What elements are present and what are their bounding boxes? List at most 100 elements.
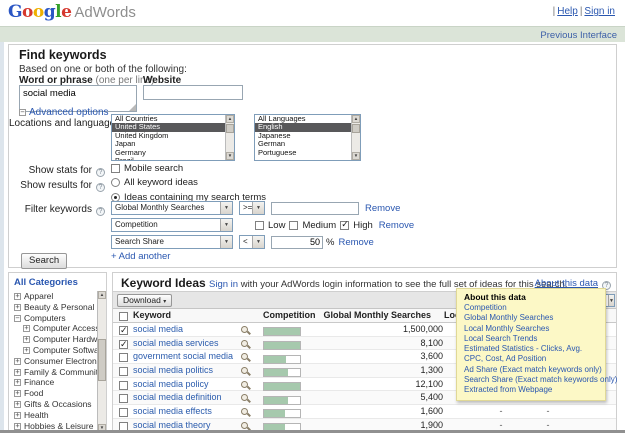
column-header-keyword[interactable]: Keyword [133, 309, 171, 323]
tooltip-link[interactable]: Extracted from Webpage [464, 385, 598, 395]
keyword-link[interactable]: social media definition [133, 392, 222, 402]
dropdown-arrow-icon[interactable] [220, 202, 232, 214]
collapse-icon[interactable]: − [19, 109, 26, 116]
scroll-down-icon[interactable]: ▼ [226, 152, 234, 160]
expand-icon[interactable]: + [14, 411, 21, 419]
tooltip-link[interactable]: Ad Share (Exact match keywords only) [464, 365, 602, 375]
magnifier-icon[interactable] [241, 380, 251, 390]
keyword-link[interactable]: social media policy [133, 379, 209, 389]
tooltip-link[interactable]: Estimated Statistics - Clicks, Avg. CPC,… [464, 344, 598, 365]
tooltip-link[interactable]: Global Monthly Searches [464, 313, 598, 323]
search-button[interactable]: Search [21, 253, 68, 269]
expand-icon[interactable]: + [14, 390, 21, 398]
dropdown-arrow-icon[interactable] [252, 236, 264, 248]
radio-button[interactable] [111, 178, 120, 187]
resize-grip-icon[interactable] [129, 104, 136, 111]
keyword-checkbox[interactable] [119, 367, 128, 377]
help-icon[interactable] [96, 168, 105, 177]
dropdown-arrow-icon[interactable] [220, 219, 232, 231]
expand-icon[interactable]: + [14, 379, 21, 387]
sign-in-link[interactable]: Sign in [209, 279, 238, 290]
category-item[interactable]: − Computers [9, 313, 97, 324]
category-item[interactable]: +Computer Hardware [9, 334, 97, 345]
dropdown-arrow-icon[interactable] [608, 295, 614, 306]
remove-filter-link[interactable]: Remove [338, 237, 373, 248]
keyword-link[interactable]: social media services [133, 338, 219, 348]
remove-filter-link[interactable]: Remove [365, 203, 400, 214]
category-item[interactable]: + Finance [9, 377, 97, 388]
magnifier-icon[interactable] [241, 339, 251, 349]
tooltip-link[interactable]: Competition [464, 303, 598, 313]
filter-operator-select[interactable]: >= [239, 201, 265, 215]
expand-icon[interactable]: + [14, 293, 21, 300]
category-item[interactable]: +Beauty & Personal Care [9, 302, 97, 313]
nav-link-sign-in[interactable]: Sign in [584, 6, 615, 17]
dropdown-arrow-icon[interactable] [220, 236, 232, 248]
website-input[interactable] [143, 85, 243, 100]
filter-operator-select[interactable]: < [239, 235, 265, 249]
remove-filter-link[interactable]: Remove [379, 220, 414, 231]
expand-icon[interactable]: + [14, 357, 21, 365]
magnifier-icon[interactable] [241, 393, 251, 403]
languages-listbox[interactable]: All Languages English Japanese German Portug… [254, 114, 361, 161]
countries-listbox[interactable]: All Countries United States United Kingdom… [111, 114, 235, 161]
expand-icon[interactable]: + [14, 368, 21, 376]
filter-field-select[interactable]: Competition [111, 218, 233, 232]
expand-icon[interactable]: + [14, 422, 21, 430]
scroll-up-icon[interactable]: ▲ [226, 115, 234, 123]
expand-icon[interactable]: + [14, 400, 21, 408]
magnifier-icon[interactable] [241, 352, 251, 362]
mobile-search-option[interactable]: Mobile search [111, 163, 183, 174]
filter-field-select[interactable]: Search Share [111, 235, 233, 249]
category-item[interactable]: +Consumer Electronics [9, 356, 97, 367]
category-item[interactable]: + Food [9, 388, 97, 399]
listbox-scrollbar[interactable]: ▲ ▼ [225, 115, 234, 160]
keyword-link[interactable]: government social media [133, 351, 233, 361]
keyword-checkbox[interactable] [119, 408, 128, 418]
tooltip-link[interactable]: Local Monthly Searches [464, 324, 598, 334]
category-item[interactable]: + Family & Community [9, 367, 97, 378]
competition-low-checkbox[interactable] [255, 220, 264, 230]
scrollbar-thumb[interactable] [352, 124, 360, 133]
filter-field-select[interactable]: Global Monthly Searches [111, 201, 233, 215]
scrollbar-thumb[interactable] [98, 339, 106, 381]
scroll-down-icon[interactable]: ▼ [352, 152, 360, 160]
expand-icon[interactable]: + [23, 346, 30, 354]
country-option[interactable]: Brazil [112, 156, 234, 160]
expand-icon[interactable]: + [23, 336, 30, 344]
competition-high-checkbox[interactable] [340, 219, 350, 230]
download-button[interactable]: Download ▾ [117, 294, 173, 307]
keyword-link[interactable]: social media [133, 324, 183, 334]
magnifier-icon[interactable] [241, 407, 251, 417]
magnifier-icon[interactable] [241, 325, 251, 335]
tooltip-link[interactable]: Search Share (Exact match keywords only) [464, 375, 617, 385]
help-icon[interactable] [96, 183, 105, 192]
previous-interface-link[interactable]: Previous Interface [540, 30, 617, 41]
collapse-icon[interactable]: − [14, 314, 21, 322]
filter-value-input[interactable] [271, 201, 359, 215]
category-item[interactable]: + Gifts & Occasions [9, 399, 97, 410]
keyword-checkbox[interactable] [119, 338, 128, 351]
keyword-checkbox[interactable] [119, 353, 128, 363]
category-item[interactable]: + Health [9, 410, 97, 421]
column-header-competition[interactable]: Competition [263, 309, 316, 323]
categories-scrollbar[interactable]: ▲ ▼ [97, 291, 106, 432]
expand-icon[interactable]: + [23, 325, 30, 333]
keyword-link[interactable]: social media theory [133, 420, 211, 430]
keyword-checkbox[interactable] [119, 324, 128, 338]
category-item[interactable]: +Computer Accessories [9, 323, 97, 334]
nav-link-help[interactable]: Help [557, 6, 578, 17]
scrollbar-thumb[interactable] [226, 124, 234, 133]
expand-icon[interactable]: + [14, 303, 21, 311]
mobile-search-checkbox[interactable] [111, 164, 120, 173]
scroll-up-icon[interactable]: ▲ [98, 291, 106, 299]
magnifier-icon[interactable] [241, 366, 251, 376]
competition-medium-checkbox[interactable] [289, 220, 299, 230]
listbox-scrollbar[interactable]: ▲ ▼ [351, 115, 360, 160]
category-item[interactable]: +Computer Software [9, 345, 97, 356]
keyword-link[interactable]: social media politics [133, 365, 213, 375]
category-item[interactable]: + Apparel [9, 291, 97, 302]
keyword-link[interactable]: social media effects [133, 406, 212, 416]
language-option[interactable]: Portuguese [255, 148, 360, 157]
advanced-options-toggle[interactable]: − Advanced options [19, 107, 109, 118]
